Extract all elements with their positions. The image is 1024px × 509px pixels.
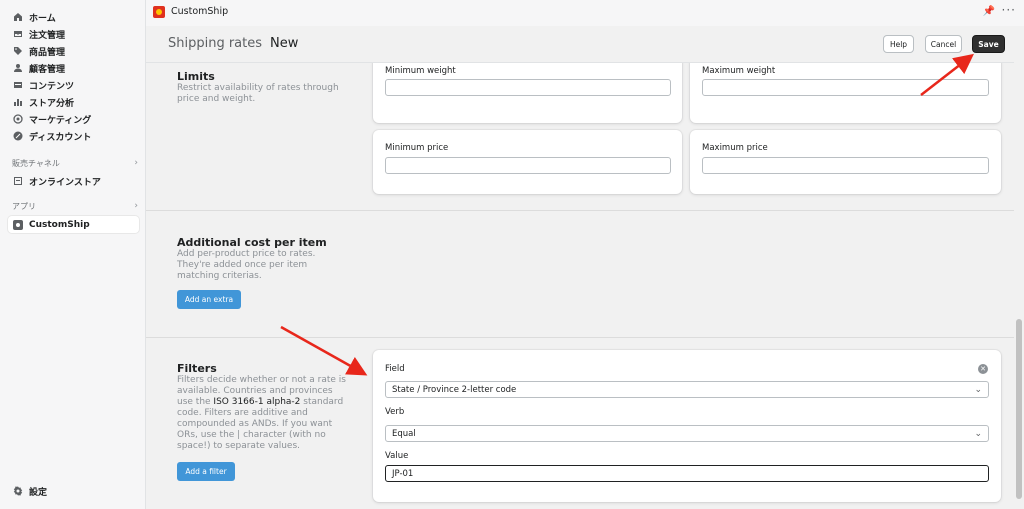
apps-label: アプリ	[12, 202, 36, 211]
app-topbar: CustomShip 📌 ···	[146, 0, 1024, 26]
sales-channels-label: 販売チャネル	[12, 159, 60, 168]
sidebar-item-label: マーケティング	[29, 115, 92, 126]
help-button[interactable]: Help	[883, 35, 914, 53]
sidebar-item-customers[interactable]: 顧客管理	[8, 59, 139, 77]
sidebar-item-label: オンラインストア	[29, 177, 101, 188]
sales-channels-header[interactable]: 販売チャネル ›	[12, 158, 138, 169]
bar-chart-icon	[13, 97, 23, 107]
chevron-right-icon: ›	[134, 201, 138, 211]
remove-filter-icon[interactable]: ✕	[978, 364, 988, 374]
sidebar-item-discounts[interactable]: ディスカウント	[8, 127, 139, 145]
app-icon	[13, 219, 23, 230]
max-weight-input[interactable]	[702, 79, 989, 96]
chevron-down-icon: ⌄	[974, 429, 982, 439]
person-icon	[13, 63, 23, 73]
apps-header[interactable]: アプリ ›	[12, 201, 138, 212]
sidebar-item-home[interactable]: ホーム	[8, 8, 139, 26]
target-icon	[13, 114, 23, 124]
add-extra-button[interactable]: Add an extra	[177, 290, 241, 309]
sidebar-item-customship[interactable]: CustomShip	[8, 216, 139, 233]
max-price-label: Maximum price	[702, 143, 768, 153]
filters-title: Filters	[177, 362, 217, 375]
field-select[interactable]: State / Province 2-letter code ⌄	[385, 381, 989, 398]
chevron-down-icon: ⌄	[974, 385, 982, 395]
more-options-icon[interactable]: ···	[1002, 3, 1016, 17]
document-icon	[13, 80, 23, 90]
sidebar-item-label: 設定	[29, 487, 48, 498]
sidebar-item-online-store[interactable]: オンラインストア	[8, 172, 139, 190]
sidebar-item-label: ホーム	[29, 13, 56, 24]
value-input-text: JP-01	[392, 468, 414, 479]
iso-code-link[interactable]: ISO 3166-1 alpha-2	[213, 397, 300, 407]
sidebar-item-label: ディスカウント	[29, 132, 92, 143]
sidebar-item-label: 注文管理	[29, 30, 66, 41]
sidebar-item-marketing[interactable]: マーケティング	[8, 110, 139, 128]
additional-cost-title: Additional cost per item	[177, 236, 327, 249]
section-divider	[146, 337, 1014, 338]
app-logo-icon	[153, 6, 165, 18]
save-button[interactable]: Save	[972, 35, 1005, 53]
home-icon	[13, 12, 23, 22]
scrollbar-thumb[interactable]	[1016, 319, 1022, 499]
verb-select[interactable]: Equal ⌄	[385, 425, 989, 442]
field-label: Field	[385, 364, 405, 374]
sidebar-item-label: ストア分析	[29, 98, 75, 109]
cancel-button[interactable]: Cancel	[925, 35, 962, 53]
verb-label: Verb	[385, 407, 405, 417]
sidebar-item-settings[interactable]: 設定	[8, 482, 139, 500]
min-price-input[interactable]	[385, 157, 671, 174]
tag-icon	[13, 46, 23, 56]
inbox-icon	[13, 29, 23, 39]
limits-description: Restrict availability of rates through p…	[177, 83, 339, 104]
sidebar-item-label: 顧客管理	[29, 64, 66, 75]
min-weight-label: Minimum weight	[385, 66, 456, 76]
gear-icon	[13, 486, 23, 496]
filters-description: Filters decide whether or not a rate is …	[177, 375, 347, 452]
sidebar-item-products[interactable]: 商品管理	[8, 42, 139, 60]
filter-card: Field ✕ State / Province 2-letter code ⌄…	[373, 350, 1001, 502]
page-subtitle: New	[270, 36, 299, 51]
chevron-right-icon: ›	[134, 158, 138, 168]
max-weight-card: Maximum weight	[690, 63, 1001, 123]
sidebar-item-label: CustomShip	[29, 219, 90, 230]
app-name: CustomShip	[171, 6, 229, 17]
sidebar-item-content[interactable]: コンテンツ	[8, 76, 139, 94]
additional-cost-description: Add per-product price to rates. They're …	[177, 249, 316, 281]
add-filter-button[interactable]: Add a filter	[177, 462, 235, 481]
min-price-label: Minimum price	[385, 143, 449, 153]
max-weight-label: Maximum weight	[702, 66, 776, 76]
store-icon	[13, 176, 23, 186]
verb-select-value: Equal	[392, 428, 416, 439]
main-content: Limits Restrict availability of rates th…	[146, 63, 1014, 509]
field-select-value: State / Province 2-letter code	[392, 384, 517, 395]
sidebar: ホーム 注文管理 商品管理 顧客管理 コンテンツ ストア分析 マーケティング デ…	[0, 0, 146, 509]
pin-icon[interactable]: 📌	[983, 6, 995, 17]
value-input[interactable]: JP-01	[385, 465, 989, 482]
min-price-card: Minimum price	[373, 130, 682, 194]
min-weight-input[interactable]	[385, 79, 671, 96]
max-price-input[interactable]	[702, 157, 989, 174]
page-header: Shipping rates New Help Cancel Save	[146, 26, 1014, 63]
sidebar-item-label: コンテンツ	[29, 81, 75, 92]
scrollbar-track[interactable]	[1014, 63, 1024, 509]
limits-title: Limits	[177, 70, 215, 83]
page-title: Shipping rates New	[168, 36, 298, 51]
sidebar-item-orders[interactable]: 注文管理	[8, 25, 139, 43]
sidebar-item-analytics[interactable]: ストア分析	[8, 93, 139, 111]
value-label: Value	[385, 451, 409, 461]
discount-icon	[13, 131, 23, 141]
max-price-card: Maximum price	[690, 130, 1001, 194]
sidebar-item-label: 商品管理	[29, 47, 66, 58]
breadcrumb-title[interactable]: Shipping rates	[168, 36, 262, 51]
min-weight-card: Minimum weight	[373, 63, 682, 123]
section-divider	[146, 210, 1014, 211]
